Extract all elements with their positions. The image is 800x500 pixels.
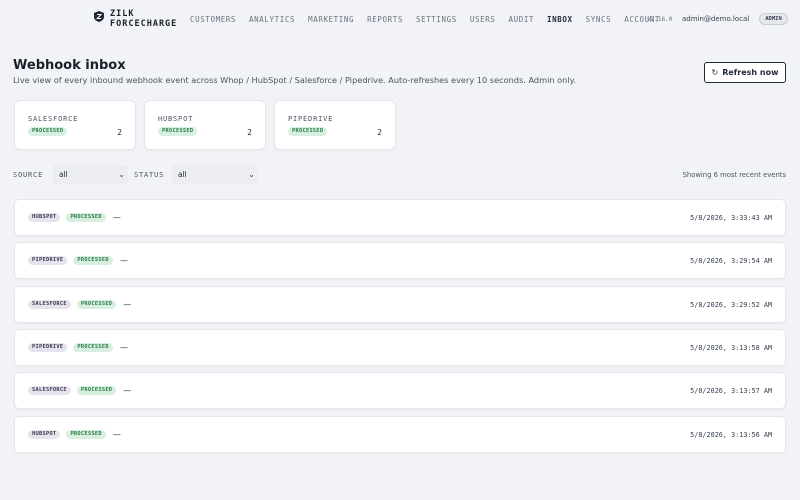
status-badge: PROCESSED	[76, 300, 117, 309]
summary-card-source: PIPEDRIVE	[288, 115, 334, 123]
source-badge: HUBSPOT	[28, 213, 61, 222]
status-badge: PROCESSED	[66, 213, 106, 222]
event-row[interactable]: PIPEDRIVE PROCESSED — 5/8/2026, 3:29:54 …	[14, 242, 786, 279]
nav-users[interactable]: USERS	[470, 15, 496, 24]
status-filter-label: STATUS	[134, 171, 165, 179]
source-badge: SALESFORCE	[28, 386, 71, 395]
event-detail: —	[112, 213, 121, 222]
source-filter-select[interactable]: all ⌄	[53, 165, 128, 184]
event-detail: —	[123, 300, 132, 309]
showing-count: Showing 6 most recent events	[682, 171, 786, 179]
event-detail: —	[123, 386, 132, 395]
status-badge: PROCESSED	[28, 127, 68, 136]
event-timestamp: 5/8/2026, 3:13:58 AM	[690, 344, 772, 352]
event-row[interactable]: SALESFORCE PROCESSED — 5/8/2026, 3:29:52…	[14, 286, 786, 323]
nav-settings[interactable]: SETTINGS	[416, 15, 457, 24]
status-badge: PROCESSED	[288, 127, 328, 136]
source-filter-value: all	[59, 170, 68, 179]
summary-card-pipedrive: PIPEDRIVE PROCESSED 2	[274, 100, 396, 150]
app-version: v2.16.0	[647, 16, 673, 23]
main-nav: CUSTOMERS ANALYTICS MARKETING REPORTS SE…	[190, 15, 673, 24]
summary-card-count: 2	[377, 128, 382, 137]
page-subtitle: Live view of every inbound webhook event…	[13, 75, 576, 85]
refresh-now-label: Refresh now	[722, 68, 779, 77]
refresh-now-button[interactable]: ↻ Refresh now	[704, 62, 786, 83]
status-filter-value: all	[178, 170, 187, 179]
role-badge: ADMIN	[759, 13, 788, 25]
nav-analytics[interactable]: ANALYTICS	[249, 15, 295, 24]
status-badge: PROCESSED	[66, 430, 106, 439]
source-badge: PIPEDRIVE	[28, 343, 68, 352]
top-bar: ZILK FORCECHARGE CUSTOMERS ANALYTICS MAR…	[0, 0, 800, 40]
brand-logo[interactable]: ZILK FORCECHARGE	[94, 9, 177, 29]
chevron-down-icon: ⌄	[118, 170, 125, 179]
summary-card-hubspot: HUBSPOT PROCESSED 2	[144, 100, 266, 150]
refresh-icon: ↻	[711, 68, 719, 77]
brand-name: ZILK FORCECHARGE	[110, 9, 177, 29]
user-email[interactable]: admin@demo.local	[682, 15, 749, 23]
page-title: Webhook inbox	[13, 58, 126, 73]
event-timestamp: 5/8/2026, 3:13:56 AM	[690, 431, 772, 439]
nav-inbox[interactable]: INBOX	[547, 15, 573, 24]
event-timestamp: 5/8/2026, 3:33:43 AM	[690, 214, 772, 222]
summary-card-count: 2	[117, 128, 122, 137]
summary-card-source: SALESFORCE	[28, 115, 79, 123]
status-badge: PROCESSED	[76, 386, 117, 395]
nav-syncs[interactable]: SYNCS	[586, 15, 612, 24]
status-badge: PROCESSED	[73, 256, 113, 265]
status-badge: PROCESSED	[158, 127, 198, 136]
event-row[interactable]: SALESFORCE PROCESSED — 5/8/2026, 3:13:57…	[14, 372, 786, 409]
event-detail: —	[112, 430, 121, 439]
summary-card-count: 2	[247, 128, 252, 137]
nav-reports[interactable]: REPORTS	[367, 15, 403, 24]
event-detail: —	[119, 343, 128, 352]
source-filter-label: SOURCE	[13, 171, 44, 179]
source-badge: SALESFORCE	[28, 300, 71, 309]
event-timestamp: 5/8/2026, 3:29:52 AM	[690, 301, 772, 309]
status-filter-select[interactable]: all ⌄	[172, 165, 258, 184]
brand-name-line1: ZILK	[110, 9, 135, 19]
event-timestamp: 5/8/2026, 3:13:57 AM	[690, 387, 772, 395]
event-row[interactable]: PIPEDRIVE PROCESSED — 5/8/2026, 3:13:58 …	[14, 329, 786, 366]
nav-audit[interactable]: AUDIT	[508, 15, 534, 24]
shield-logo-icon	[94, 11, 104, 22]
source-badge: HUBSPOT	[28, 430, 61, 439]
summary-card-source: HUBSPOT	[158, 115, 194, 123]
summary-card-salesforce: SALESFORCE PROCESSED 2	[14, 100, 136, 150]
chevron-down-icon: ⌄	[248, 170, 255, 179]
event-detail: —	[119, 256, 128, 265]
event-row[interactable]: HUBSPOT PROCESSED — 5/8/2026, 3:33:43 AM	[14, 199, 786, 236]
source-badge: PIPEDRIVE	[28, 256, 68, 265]
event-row[interactable]: HUBSPOT PROCESSED — 5/8/2026, 3:13:56 AM	[14, 416, 786, 453]
status-badge: PROCESSED	[73, 343, 113, 352]
nav-customers[interactable]: CUSTOMERS	[190, 15, 236, 24]
brand-name-line2: FORCECHARGE	[110, 19, 178, 29]
event-timestamp: 5/8/2026, 3:29:54 AM	[690, 257, 772, 265]
nav-marketing[interactable]: MARKETING	[308, 15, 354, 24]
